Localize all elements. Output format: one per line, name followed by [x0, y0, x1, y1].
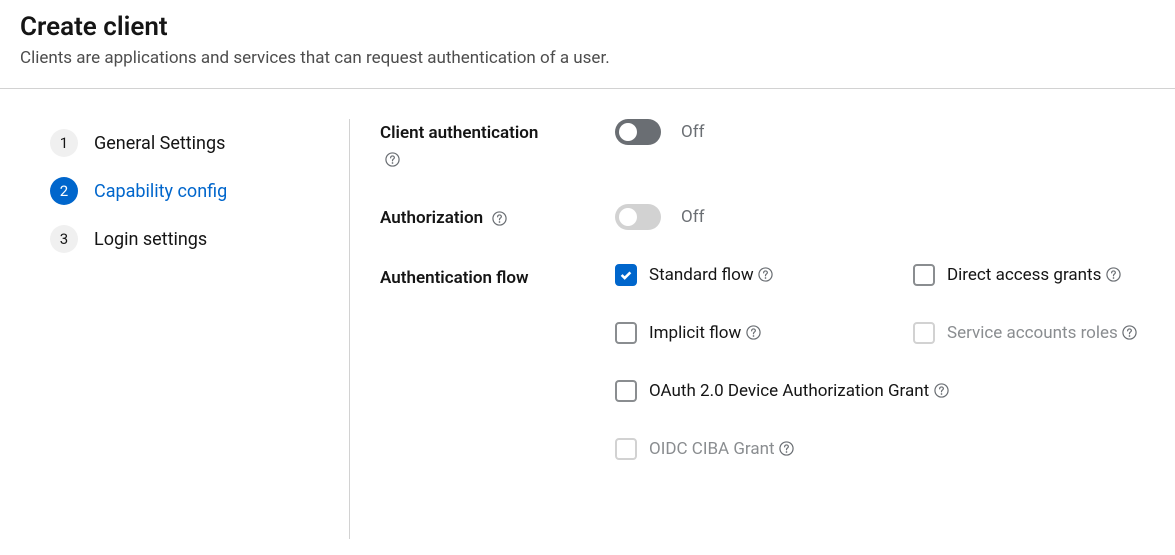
option-oauth-device-grant: OAuth 2.0 Device Authorization Grant [615, 380, 949, 402]
checkbox-label: Standard flow [649, 265, 774, 285]
standard-flow-checkbox[interactable] [615, 264, 637, 286]
step-number: 2 [50, 177, 78, 205]
help-icon[interactable] [933, 383, 949, 399]
step-number: 3 [50, 225, 78, 253]
toggle-state-label: Off [681, 122, 705, 142]
direct-access-grants-checkbox[interactable] [913, 264, 935, 286]
step-label: Capability config [94, 181, 227, 202]
checkbox-label: OAuth 2.0 Device Authorization Grant [649, 381, 949, 401]
help-icon[interactable] [758, 267, 774, 283]
option-implicit-flow: Implicit flow [615, 322, 865, 344]
page-title: Create client [20, 12, 1155, 42]
option-service-accounts-roles: Service accounts roles [913, 322, 1163, 344]
label-text: Direct access grants [947, 265, 1101, 285]
checkbox-label: Implicit flow [649, 323, 761, 343]
step-capability-config[interactable]: 2 Capability config [50, 177, 349, 205]
label-text: Authorization [380, 208, 483, 228]
step-number: 1 [50, 129, 78, 157]
page-description: Clients are applications and services th… [20, 48, 1155, 68]
help-icon[interactable] [491, 211, 507, 227]
toggle-knob [619, 123, 637, 141]
checkbox-label: Service accounts roles [947, 323, 1138, 343]
row-client-authentication: Client authentication Off [380, 119, 1175, 172]
help-icon[interactable] [384, 151, 400, 167]
step-label: General Settings [94, 133, 225, 154]
toggle-knob [619, 208, 637, 226]
service-accounts-roles-checkbox [913, 322, 935, 344]
page-header: Create client Clients are applications a… [0, 0, 1175, 89]
step-general-settings[interactable]: 1 General Settings [50, 129, 349, 157]
label-text: Implicit flow [649, 323, 741, 343]
oidc-ciba-grant-checkbox [615, 438, 637, 460]
implicit-flow-checkbox[interactable] [615, 322, 637, 344]
auth-flow-options: Standard flow Direct access grants [615, 264, 1163, 460]
field-label: Client authentication [380, 119, 615, 172]
help-icon[interactable] [745, 325, 761, 341]
label-text: Client authentication [380, 123, 538, 143]
label-text: OIDC CIBA Grant [649, 439, 775, 459]
checkbox-label: OIDC CIBA Grant [649, 439, 795, 459]
checkbox-label: Direct access grants [947, 265, 1121, 285]
field-label: Authentication flow [380, 264, 615, 292]
label-text: OAuth 2.0 Device Authorization Grant [649, 381, 929, 401]
toggle-state-label: Off [681, 207, 705, 227]
option-oidc-ciba-grant: OIDC CIBA Grant [615, 438, 795, 460]
field-label: Authorization [380, 204, 615, 232]
option-direct-access-grants: Direct access grants [913, 264, 1163, 286]
step-label: Login settings [94, 229, 207, 250]
oauth-device-grant-checkbox[interactable] [615, 380, 637, 402]
row-authentication-flow: Authentication flow Standard flow [380, 264, 1175, 460]
row-authorization: Authorization Off [380, 204, 1175, 232]
authorization-toggle [615, 204, 661, 230]
client-authentication-toggle[interactable] [615, 119, 661, 145]
step-login-settings[interactable]: 3 Login settings [50, 225, 349, 253]
help-icon[interactable] [1122, 325, 1138, 341]
help-icon[interactable] [1105, 267, 1121, 283]
label-text: Standard flow [649, 265, 754, 285]
wizard-stepper: 1 General Settings 2 Capability config 3… [0, 119, 350, 539]
help-icon[interactable] [779, 441, 795, 457]
option-standard-flow: Standard flow [615, 264, 865, 286]
capability-form: Client authentication Off Authorization [350, 119, 1175, 539]
label-text: Authentication flow [380, 268, 529, 288]
label-text: Service accounts roles [947, 323, 1118, 343]
